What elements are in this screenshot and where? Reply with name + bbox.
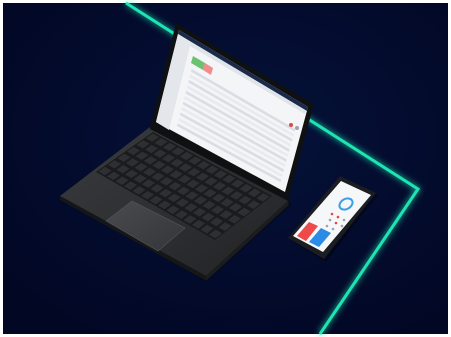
phone-status-dot xyxy=(330,212,334,216)
phone-status-dot xyxy=(328,218,332,222)
phone-status-dot xyxy=(334,221,338,225)
scene-svg xyxy=(0,0,451,337)
phone-status-dot xyxy=(340,224,344,228)
settings-icon xyxy=(295,126,299,130)
phone-status-dot xyxy=(336,215,340,219)
product-photo xyxy=(0,0,451,337)
phone-status-dot xyxy=(342,218,346,222)
phone-status-dot xyxy=(331,227,335,231)
phone-status-dot xyxy=(325,224,329,228)
alert-badge-icon xyxy=(289,123,293,127)
